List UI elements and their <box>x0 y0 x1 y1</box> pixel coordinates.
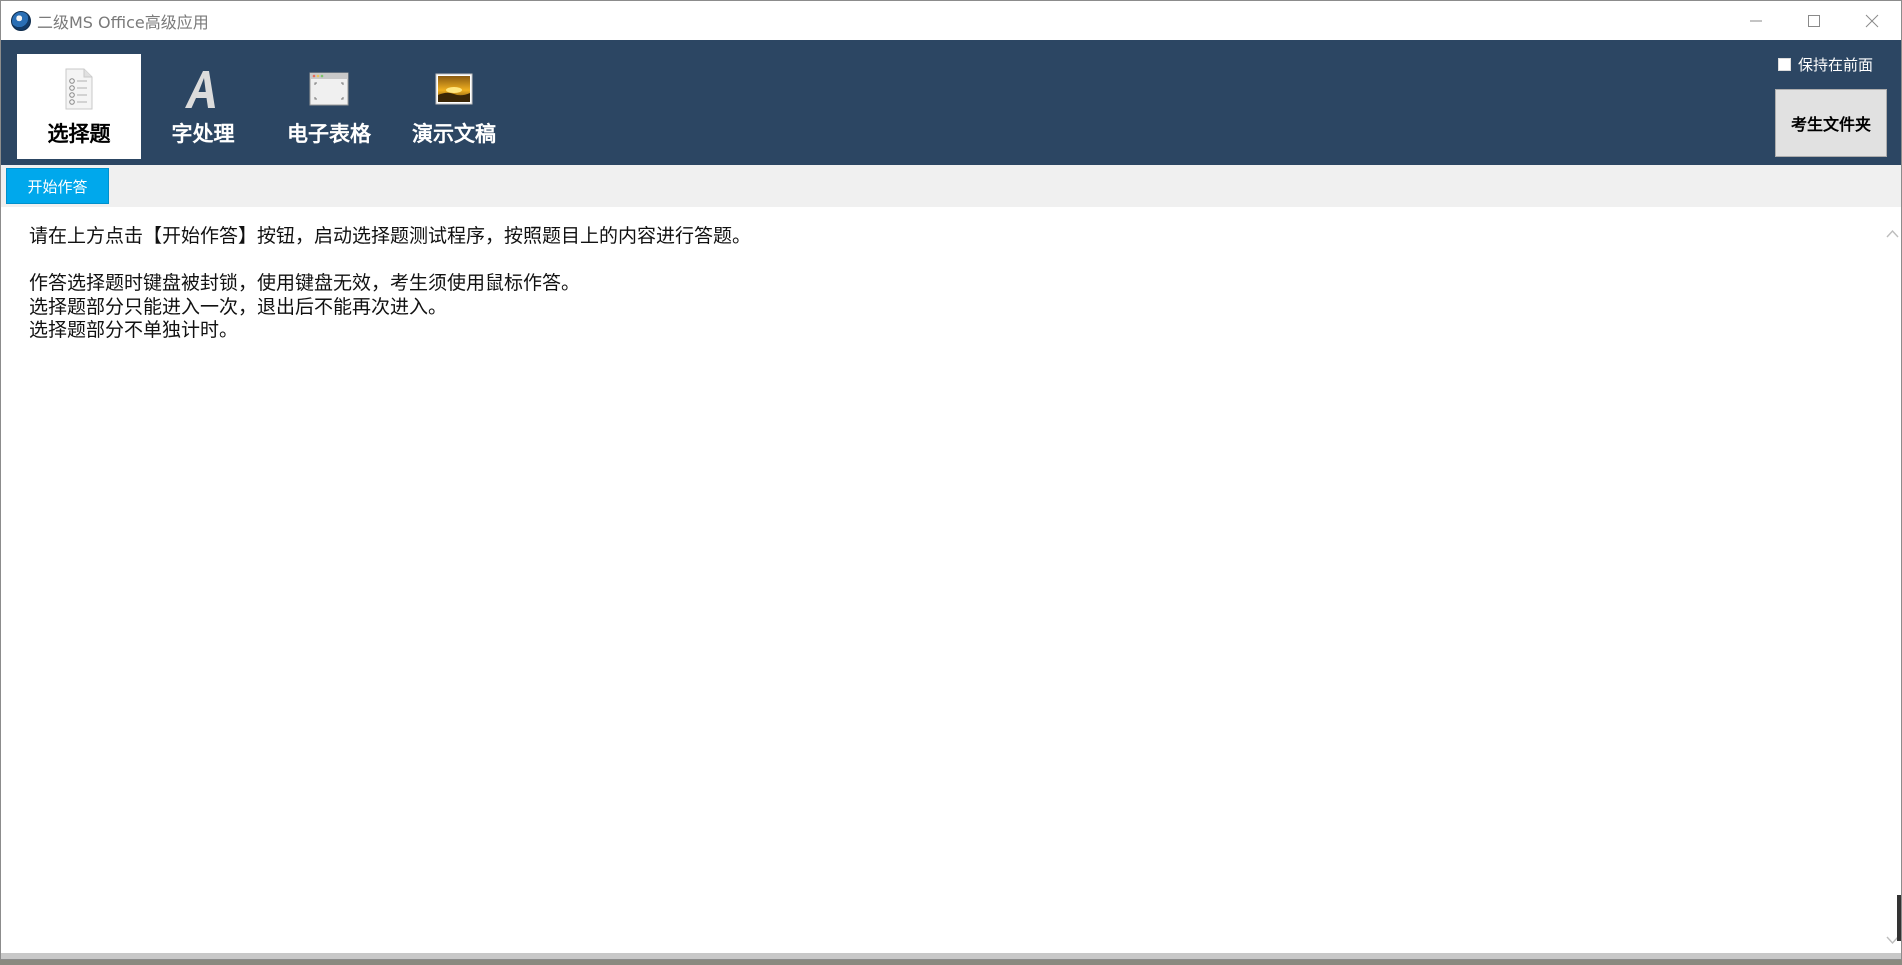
toolbar: 开始作答 <box>1 165 1901 207</box>
instructions-panel: 请在上方点击【开始作答】按钮，启动选择题测试程序，按照题目上的内容进行答题。 作… <box>1 207 1885 955</box>
window-controls <box>1727 1 1901 40</box>
window-bottom-border <box>1 953 1901 959</box>
keep-front-checkbox[interactable] <box>1777 58 1791 71</box>
presentation-image-icon <box>431 68 477 110</box>
tab-excel-label: 电子表格 <box>287 122 371 146</box>
minimize-icon <box>1750 20 1762 21</box>
app-window: 二级MS Office高级应用 选择题 字处理 电子表格 演示文稿 保持在前面 … <box>0 0 1902 960</box>
tab-word[interactable]: 字处理 <box>141 54 265 159</box>
vertical-scrollbar[interactable] <box>1884 207 1901 955</box>
minimize-button[interactable] <box>1727 1 1785 40</box>
ribbon: 选择题 字处理 电子表格 演示文稿 保持在前面 考生文件夹 <box>1 40 1901 165</box>
tab-excel[interactable]: 电子表格 <box>267 54 391 159</box>
spreadsheet-window-icon <box>306 68 352 110</box>
tab-choice[interactable]: 选择题 <box>17 54 141 159</box>
keep-front-label: 保持在前面 <box>1797 56 1873 74</box>
window-title: 二级MS Office高级应用 <box>37 12 209 32</box>
chevron-up-icon <box>1886 229 1899 238</box>
scroll-up-button[interactable] <box>1886 227 1899 240</box>
start-answer-button[interactable]: 开始作答 <box>6 168 109 204</box>
instruction-line: 请在上方点击【开始作答】按钮，启动选择题测试程序，按照题目上的内容进行答题。 <box>29 225 752 247</box>
letter-a-icon <box>180 68 226 110</box>
student-folder-button[interactable]: 考生文件夹 <box>1775 89 1887 157</box>
app-logo-icon <box>11 10 31 31</box>
maximize-button[interactable] <box>1785 1 1843 40</box>
keep-front-toggle[interactable]: 保持在前面 <box>1777 54 1873 75</box>
tab-word-label: 字处理 <box>171 122 235 146</box>
instruction-line: 作答选择题时键盘被封锁，使用键盘无效，考生须使用鼠标作答。 <box>29 272 581 294</box>
choice-list-icon <box>56 68 102 110</box>
instruction-line: 选择题部分不单独计时。 <box>29 319 239 341</box>
close-button[interactable] <box>1843 1 1901 40</box>
instruction-line: 选择题部分只能进入一次，退出后不能再次进入。 <box>29 295 448 318</box>
scroll-thumb[interactable] <box>1897 895 1901 941</box>
tab-ppt-label: 演示文稿 <box>412 122 496 146</box>
tab-choice-label: 选择题 <box>47 122 111 146</box>
tab-ppt[interactable]: 演示文稿 <box>392 54 516 159</box>
close-icon <box>1865 14 1879 27</box>
title-bar[interactable]: 二级MS Office高级应用 <box>1 1 1901 40</box>
maximize-icon <box>1808 14 1820 27</box>
